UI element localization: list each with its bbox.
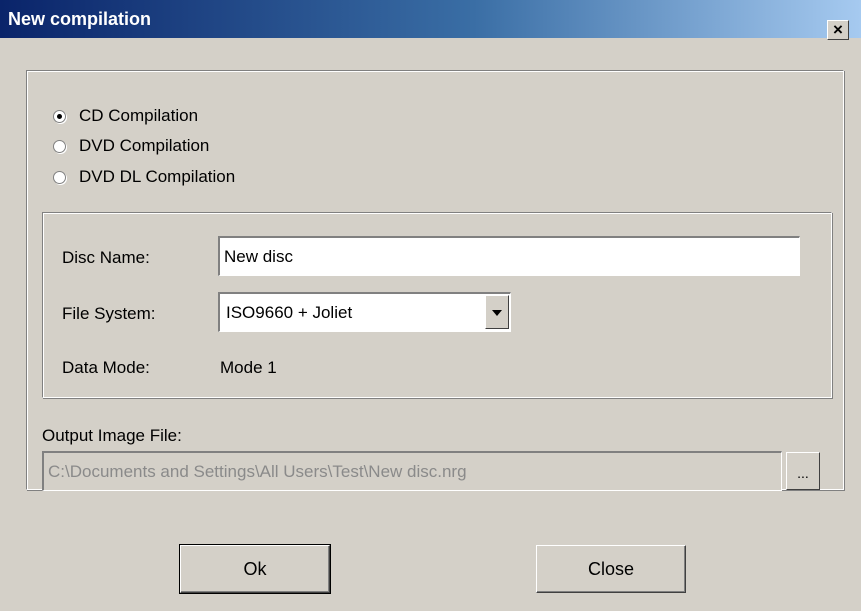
window-title: New compilation	[8, 9, 152, 29]
radio-cd-compilation[interactable]: CD Compilation	[53, 106, 198, 126]
output-image-input[interactable]: C:\Documents and Settings\All Users\Test…	[42, 451, 782, 491]
disc-name-input[interactable]: New disc	[218, 236, 800, 276]
file-system-select[interactable]: ISO9660 + Joliet	[218, 292, 511, 332]
file-system-value: ISO9660 + Joliet	[226, 303, 353, 322]
radio-button-icon[interactable]	[53, 109, 66, 123]
ok-button[interactable]: Ok	[179, 544, 331, 594]
output-image-label: Output Image File:	[42, 426, 182, 445]
radio-button-icon[interactable]	[53, 139, 66, 153]
disc-name-label: Disc Name:	[62, 248, 150, 267]
output-image-path: C:\Documents and Settings\All Users\Test…	[48, 461, 467, 481]
radio-label: CD Compilation	[79, 106, 199, 125]
browse-button[interactable]: ...	[786, 452, 820, 490]
close-window-button[interactable]: ×	[827, 20, 849, 40]
radio-label: DVD DL Compilation	[79, 167, 236, 186]
close-label: Close	[587, 558, 635, 579]
file-system-label: File System:	[62, 304, 156, 323]
radio-button-icon[interactable]	[53, 170, 66, 184]
title-bar: New compilation	[0, 0, 861, 38]
ok-label: Ok	[243, 558, 267, 579]
browse-label: ...	[797, 465, 809, 481]
radio-dvd-dl-compilation[interactable]: DVD DL Compilation	[53, 167, 235, 187]
disc-name-value: New disc	[224, 246, 293, 266]
close-button[interactable]: Close	[536, 545, 686, 593]
radio-dvd-compilation[interactable]: DVD Compilation	[53, 136, 209, 156]
data-mode-value: Mode 1	[220, 358, 277, 377]
chevron-down-icon[interactable]	[485, 295, 509, 329]
close-icon: ×	[833, 20, 843, 39]
radio-label: DVD Compilation	[79, 136, 210, 155]
data-mode-label: Data Mode:	[62, 358, 150, 377]
